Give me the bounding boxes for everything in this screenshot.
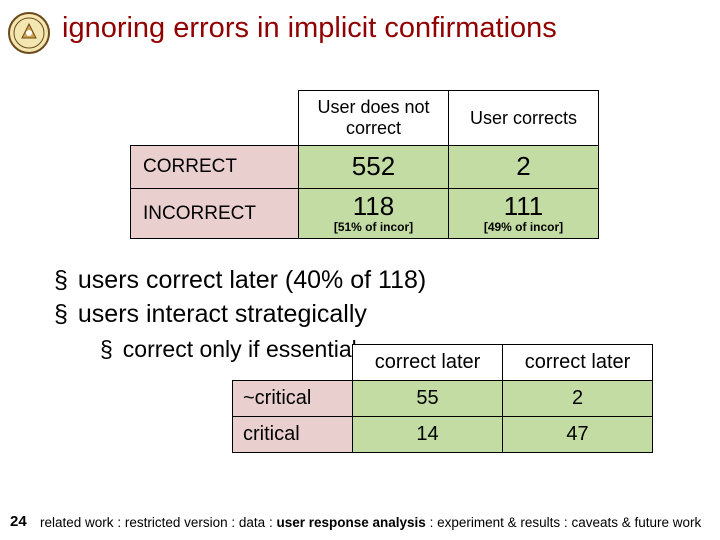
row-header: CORRECT <box>131 146 299 189</box>
confirmation-table: User does not correct User corrects CORR… <box>130 90 599 239</box>
col-header: correct later <box>503 345 653 381</box>
cell: 111[49% of incor] <box>449 189 599 239</box>
cell: 55 <box>353 381 503 417</box>
row-header: ~critical <box>233 381 353 417</box>
critical-table: correct later correct later ~critical 55… <box>232 344 653 453</box>
row-header: INCORRECT <box>131 189 299 239</box>
cell: 47 <box>503 417 653 453</box>
row-header: critical <box>233 417 353 453</box>
university-seal-logo <box>8 12 50 54</box>
cell: 2 <box>503 381 653 417</box>
bullet: users correct later (40% of 118) <box>54 266 426 295</box>
breadcrumb-footer: related work : restricted version : data… <box>40 515 701 530</box>
page-number: 24 <box>10 513 27 530</box>
table-row: ~critical 55 2 <box>233 381 653 417</box>
cell: 118[51% of incor] <box>299 189 449 239</box>
col-header: User does not correct <box>299 91 449 146</box>
cell: 552 <box>299 146 449 189</box>
page-title: ignoring errors in implicit confirmation… <box>62 12 557 45</box>
table-row: CORRECT 552 2 <box>131 146 599 189</box>
blank-cell <box>131 91 299 146</box>
blank-cell <box>233 345 353 381</box>
col-header: correct later <box>353 345 503 381</box>
cell: 14 <box>353 417 503 453</box>
slide: ignoring errors in implicit confirmation… <box>0 0 720 540</box>
col-header: User corrects <box>449 91 599 146</box>
table-row: critical 14 47 <box>233 417 653 453</box>
cell: 2 <box>449 146 599 189</box>
table-row: INCORRECT 118[51% of incor] 111[49% of i… <box>131 189 599 239</box>
bullet: users interact strategically <box>54 300 367 329</box>
